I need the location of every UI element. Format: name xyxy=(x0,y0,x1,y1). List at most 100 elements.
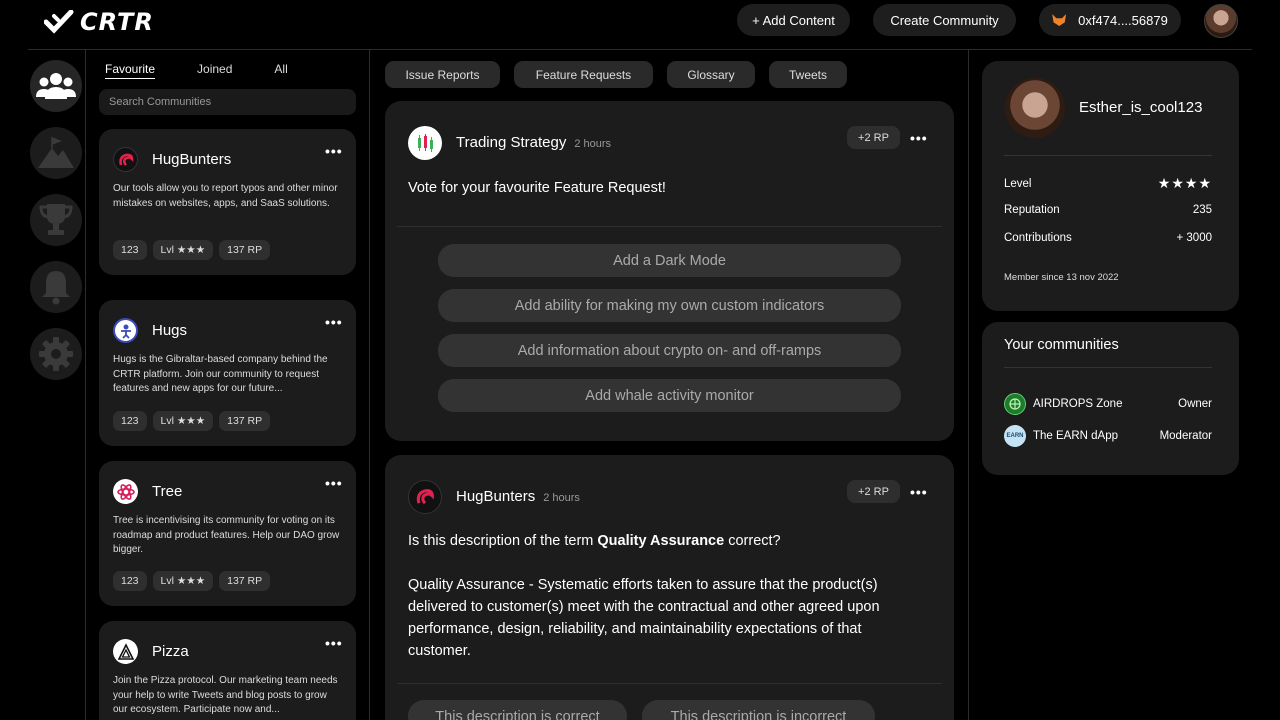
community-role: Owner xyxy=(1178,398,1212,410)
profile-avatar[interactable] xyxy=(1005,78,1065,138)
post-header: Trading Strategy 2 hours xyxy=(456,134,611,151)
nav-goals[interactable] xyxy=(30,127,82,179)
gear-icon xyxy=(39,337,73,371)
your-communities-card: Your communities AIRDROPS Zone Owner EAR… xyxy=(982,322,1239,475)
fox-icon xyxy=(1052,14,1067,26)
wallet-button[interactable]: 0xf474....56879 xyxy=(1039,4,1181,36)
earn-logo-icon: EARN xyxy=(1004,425,1026,447)
rail-divider xyxy=(85,50,86,720)
mountain-flag-icon xyxy=(38,136,74,168)
create-community-button[interactable]: Create Community xyxy=(873,4,1016,36)
candlestick-icon xyxy=(418,134,433,152)
more-options-icon[interactable]: ••• xyxy=(325,635,343,651)
community-description: Our tools allow you to report typos and … xyxy=(113,183,338,209)
hugbunters-swirl-icon xyxy=(416,489,434,505)
feature-vote-post: Trading Strategy 2 hours +2 RP ••• Vote f… xyxy=(385,101,954,441)
community-name: Pizza xyxy=(152,643,189,660)
more-options-icon[interactable]: ••• xyxy=(325,314,343,330)
airdrops-logo-icon xyxy=(1004,393,1026,415)
contributions-row: Contributions + 3000 xyxy=(1004,232,1212,244)
nav-notifications[interactable] xyxy=(30,261,82,313)
hugs-figure-icon xyxy=(120,324,131,339)
contributions-value: + 3000 xyxy=(1176,232,1213,244)
tab-joined[interactable]: Joined xyxy=(197,62,232,79)
glossary-post: HugBunters 2 hours +2 RP ••• Is this desc… xyxy=(385,455,954,720)
reputation-value: 235 xyxy=(1192,204,1212,216)
tab-all[interactable]: All xyxy=(274,62,287,79)
user-avatar[interactable] xyxy=(1204,4,1238,38)
rp-reward-badge: +2 RP xyxy=(847,126,900,149)
member-since: Member since 13 nov 2022 xyxy=(1004,272,1119,283)
level-badge: Lvl ★★★ xyxy=(152,571,214,591)
post-more-options-icon[interactable]: ••• xyxy=(910,484,928,500)
nav-settings[interactable] xyxy=(30,328,82,380)
rp-reward-badge: +2 RP xyxy=(847,480,900,503)
community-name: Hugs xyxy=(152,322,188,339)
glossary-term: Quality Assurance xyxy=(597,533,725,549)
community-description: Tree is incentivising its community for … xyxy=(113,515,340,555)
post-question: Vote for your favourite Feature Request! xyxy=(408,180,666,196)
post-divider xyxy=(397,226,942,227)
hugs-logo xyxy=(113,318,138,343)
reputation-row: Reputation 235 xyxy=(1004,204,1212,216)
more-options-icon[interactable]: ••• xyxy=(325,143,343,159)
level-badge: Lvl ★★★ xyxy=(152,411,214,431)
level-stars: ★★★★ xyxy=(1157,175,1212,191)
sidebar-divider xyxy=(369,50,370,720)
community-icon xyxy=(36,73,76,99)
community-name: Tree xyxy=(152,483,183,500)
filter-glossary[interactable]: Glossary xyxy=(667,61,755,88)
community-card[interactable]: HugBunters ••• Our tools allow you to re… xyxy=(99,129,356,275)
feed-divider xyxy=(968,50,969,720)
add-content-button[interactable]: + Add Content xyxy=(737,4,850,36)
rp-badge: 137 RP xyxy=(219,240,271,260)
post-divider xyxy=(397,683,942,684)
wallet-address: 0xf474....56879 xyxy=(1078,12,1168,28)
community-name: HugBunters xyxy=(152,151,232,168)
vote-option[interactable]: Add whale activity monitor xyxy=(438,379,901,412)
rp-badge: 137 RP xyxy=(219,411,271,431)
community-role: Moderator xyxy=(1159,430,1212,442)
nav-trophy[interactable] xyxy=(30,194,82,246)
tab-favourite[interactable]: Favourite xyxy=(105,62,156,79)
your-community-item[interactable]: AIRDROPS Zone Owner xyxy=(1004,393,1212,415)
profile-divider xyxy=(1004,155,1212,156)
post-time: 2 hours xyxy=(543,492,580,504)
post-author[interactable]: HugBunters xyxy=(456,488,535,505)
community-card[interactable]: Tree ••• Tree is incentivising its commu… xyxy=(99,461,356,606)
vote-option[interactable]: Add a Dark Mode xyxy=(438,244,901,277)
your-communities-title: Your communities xyxy=(1004,337,1119,353)
community-tabs: Favourite Joined All xyxy=(105,62,330,79)
nav-communities[interactable] xyxy=(30,60,82,112)
community-card[interactable]: Pizza ••• Join the Pizza protocol. Our m… xyxy=(99,621,356,720)
filter-tweets[interactable]: Tweets xyxy=(769,61,847,88)
answer-correct-button[interactable]: This description is correct xyxy=(408,700,627,720)
answer-incorrect-button[interactable]: This description is incorrect xyxy=(642,700,875,720)
top-header: CRTR + Add Content Create Community 0xf4… xyxy=(0,0,1280,50)
hugbunters-logo xyxy=(408,480,442,514)
tree-flower-icon xyxy=(116,483,135,500)
post-question: Is this description of the term Quality … xyxy=(408,533,781,549)
vote-option[interactable]: Add ability for making my own custom ind… xyxy=(438,289,901,322)
community-card[interactable]: Hugs ••• Hugs is the Gibraltar-based com… xyxy=(99,300,356,446)
search-communities-input[interactable] xyxy=(99,89,356,115)
hugbunters-logo xyxy=(113,147,138,172)
post-more-options-icon[interactable]: ••• xyxy=(910,130,928,146)
checkmark-logo-icon xyxy=(44,10,74,34)
vote-option[interactable]: Add information about crypto on- and off… xyxy=(438,334,901,367)
profile-card: Esther_is_cool123 Level ★★★★ Reputation … xyxy=(982,61,1239,311)
trading-strategy-logo xyxy=(408,126,442,160)
member-count-badge: 123 xyxy=(113,411,147,431)
hugbunters-swirl-icon xyxy=(118,153,133,166)
pizza-triangle-icon xyxy=(117,642,134,660)
filter-issue-reports[interactable]: Issue Reports xyxy=(385,61,500,88)
tree-logo xyxy=(113,479,138,504)
left-icon-rail xyxy=(30,60,82,395)
post-author[interactable]: Trading Strategy xyxy=(456,134,566,151)
level-row: Level ★★★★ xyxy=(1004,175,1212,191)
profile-username[interactable]: Esther_is_cool123 xyxy=(1079,99,1202,116)
crtr-logo[interactable]: CRTR xyxy=(44,8,154,36)
more-options-icon[interactable]: ••• xyxy=(325,475,343,491)
filter-feature-requests[interactable]: Feature Requests xyxy=(514,61,653,88)
your-community-item[interactable]: EARN The EARN dApp Moderator xyxy=(1004,425,1212,447)
